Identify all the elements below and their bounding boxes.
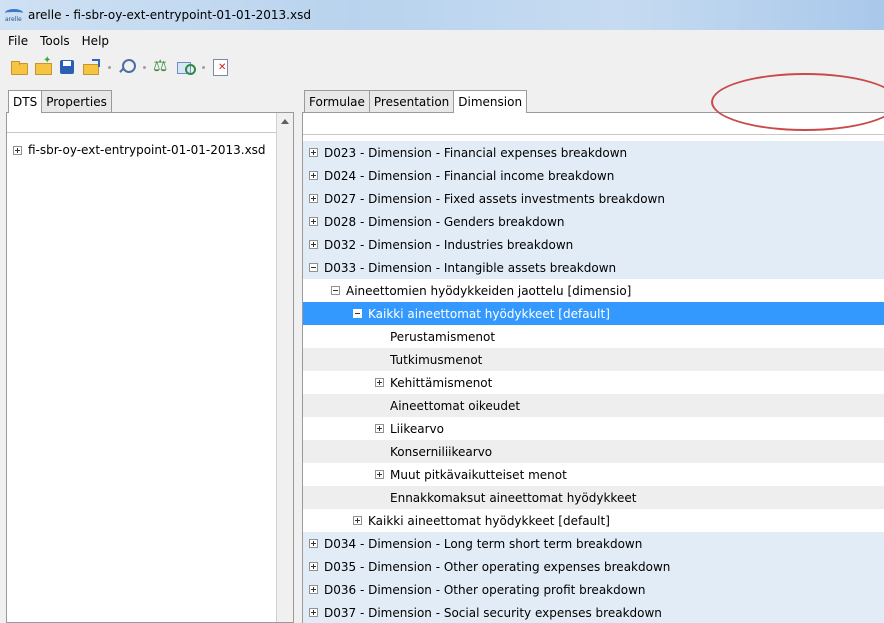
expand-icon[interactable] [309, 585, 318, 594]
tree-row-label: D034 - Dimension - Long term short term … [324, 536, 643, 551]
expand-icon[interactable] [13, 145, 22, 155]
dimension-tree-view: D023 - Dimension - Financial expenses br… [302, 112, 884, 623]
dts-vertical-scrollbar[interactable] [276, 113, 293, 622]
expand-icon[interactable] [309, 217, 318, 226]
expand-icon[interactable] [375, 470, 384, 479]
close-document-icon[interactable] [211, 58, 229, 76]
tab-dimension[interactable]: Dimension [453, 90, 528, 113]
close-folder-icon[interactable] [82, 58, 100, 76]
tree-row[interactable]: Liikearvo [303, 417, 884, 440]
collapse-icon[interactable] [353, 309, 362, 318]
tree-row[interactable]: D024 - Dimension - Financial income brea… [303, 164, 884, 187]
tree-row[interactable]: Konserniliikearvo [303, 440, 884, 463]
tree-row-label: D035 - Dimension - Other operating expen… [324, 559, 671, 574]
toolbar-separator [143, 65, 146, 69]
tree-row[interactable]: D033 - Dimension - Intangible assets bre… [303, 256, 884, 279]
tree-row[interactable]: D028 - Dimension - Genders breakdown [303, 210, 884, 233]
tree-row[interactable]: Muut pitkävaikutteiset menot [303, 463, 884, 486]
toolbar-separator [108, 65, 111, 69]
collapse-icon[interactable] [309, 263, 318, 272]
tree-row[interactable]: Kehittämismenot [303, 371, 884, 394]
tree-row-label: Muut pitkävaikutteiset menot [390, 467, 567, 482]
save-icon[interactable] [58, 58, 76, 76]
tab-presentation[interactable]: Presentation [368, 90, 455, 112]
tree-row-label: D027 - Dimension - Fixed assets investme… [324, 191, 665, 206]
tree-row[interactable]: Tutkimusmenot [303, 348, 884, 371]
tree-row[interactable]: Aineettomat oikeudet [303, 394, 884, 417]
tree-row[interactable]: D023 - Dimension - Financial expenses br… [303, 141, 884, 164]
tree-row-label: D036 - Dimension - Other operating profi… [324, 582, 646, 597]
left-tab-bar: DTS Properties [8, 90, 112, 113]
menu-help[interactable]: Help [82, 34, 109, 48]
expand-icon[interactable] [353, 516, 362, 525]
expand-icon[interactable] [309, 194, 318, 203]
tree-row-label: D037 - Dimension - Social security expen… [324, 605, 662, 620]
tree-row-label: Liikearvo [390, 421, 444, 436]
compare-icon[interactable] [152, 56, 170, 76]
arelle-logo-icon: arelle [5, 7, 23, 23]
toolbar-separator [202, 65, 205, 69]
tree-row-label: Konserniliikearvo [390, 444, 493, 459]
tree-row[interactable]: D032 - Dimension - Industries breakdown [303, 233, 884, 256]
open-web-icon[interactable] [34, 55, 52, 76]
open-file-icon[interactable] [10, 58, 28, 76]
tree-row[interactable]: Kaikki aineettomat hyödykkeet [default] [303, 302, 884, 325]
expand-icon[interactable] [309, 562, 318, 571]
dimension-tree-rows: D023 - Dimension - Financial expenses br… [303, 141, 884, 623]
expand-icon[interactable] [309, 171, 318, 180]
tree-row[interactable]: D035 - Dimension - Other operating expen… [303, 555, 884, 578]
tree-row[interactable]: D036 - Dimension - Other operating profi… [303, 578, 884, 601]
tree-row-label: Kehittämismenot [390, 375, 493, 390]
find-icon[interactable] [117, 58, 136, 76]
tree-row[interactable]: Kaikki aineettomat hyödykkeet [default] [303, 509, 884, 532]
tree-row-label: Perustamismenot [390, 329, 496, 344]
collapse-icon[interactable] [331, 286, 340, 295]
right-tab-bar: Formulae Presentation Dimension [304, 90, 528, 113]
tree-row-label: Kaikki aineettomat hyödykkeet [default] [368, 513, 610, 528]
expand-icon[interactable] [309, 148, 318, 157]
menu-bar: File Tools Help [0, 30, 884, 52]
expand-icon[interactable] [309, 240, 318, 249]
tab-properties[interactable]: Properties [41, 90, 112, 112]
tree-row[interactable]: Perustamismenot [303, 325, 884, 348]
tab-dts[interactable]: DTS [8, 90, 43, 113]
tree-row-label: D024 - Dimension - Financial income brea… [324, 168, 615, 183]
expand-icon[interactable] [375, 424, 384, 433]
tree-row-label: D028 - Dimension - Genders breakdown [324, 214, 565, 229]
tree-row[interactable]: Ennakkomaksut aineettomat hyödykkeet [303, 486, 884, 509]
tree-row[interactable]: Aineettomien hyödykkeiden jaottelu [dime… [303, 279, 884, 302]
validate-icon[interactable] [176, 58, 196, 76]
expand-icon[interactable] [375, 378, 384, 387]
tree-row-label: D033 - Dimension - Intangible assets bre… [324, 260, 617, 275]
tree-row-label: Aineettomien hyödykkeiden jaottelu [dime… [346, 283, 632, 298]
menu-file[interactable]: File [8, 34, 28, 48]
menu-tools[interactable]: Tools [40, 34, 70, 48]
tab-formulae[interactable]: Formulae [304, 90, 370, 112]
tree-row-label: Tutkimusmenot [390, 352, 483, 367]
tree-row[interactable]: D037 - Dimension - Social security expen… [303, 601, 884, 623]
tree-item-label: fi-sbr-oy-ext-entrypoint-01-01-2013.xsd [28, 143, 266, 157]
expand-icon[interactable] [309, 608, 318, 617]
tree-row-label: D023 - Dimension - Financial expenses br… [324, 145, 628, 160]
tree-row-label: D032 - Dimension - Industries breakdown [324, 237, 574, 252]
tree-row[interactable]: D034 - Dimension - Long term short term … [303, 532, 884, 555]
tree-row[interactable]: D027 - Dimension - Fixed assets investme… [303, 187, 884, 210]
window-title: arelle - fi-sbr-oy-ext-entrypoint-01-01-… [28, 8, 311, 22]
expand-icon[interactable] [309, 539, 318, 548]
dimension-filter-field[interactable] [303, 113, 884, 135]
title-bar: arelle arelle - fi-sbr-oy-ext-entrypoint… [0, 0, 884, 30]
tree-item-entrypoint[interactable]: fi-sbr-oy-ext-entrypoint-01-01-2013.xsd [13, 143, 266, 157]
dts-tree-view: fi-sbr-oy-ext-entrypoint-01-01-2013.xsd [6, 112, 294, 623]
toolbar [0, 52, 884, 82]
scroll-up-arrow-icon[interactable] [281, 119, 289, 124]
dimension-panel: Formulae Presentation Dimension D023 - D… [296, 82, 884, 623]
dts-filter-field[interactable] [7, 113, 277, 133]
tree-row-label: Kaikki aineettomat hyödykkeet [default] [368, 306, 610, 321]
tree-row-label: Aineettomat oikeudet [390, 398, 521, 413]
dts-panel: DTS Properties fi-sbr-oy-ext-entrypoint-… [0, 82, 296, 623]
tree-row-label: Ennakkomaksut aineettomat hyödykkeet [390, 490, 637, 505]
